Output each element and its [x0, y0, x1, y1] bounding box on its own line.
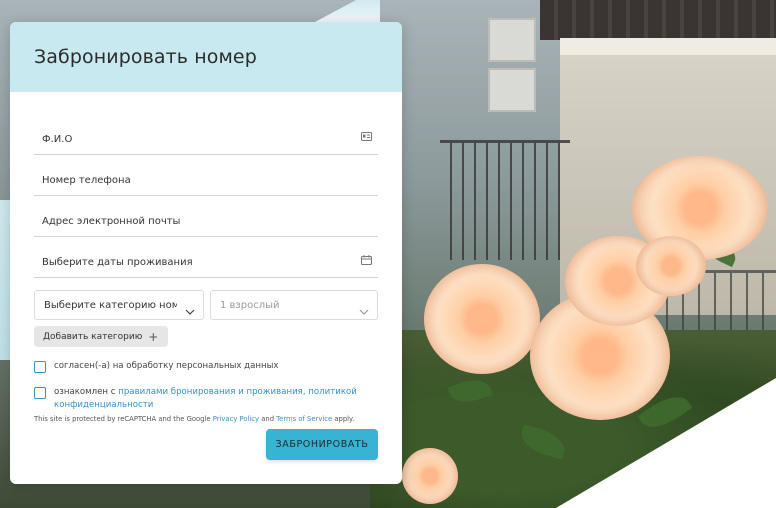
email-field-label: Адрес электронной почты [42, 216, 181, 227]
name-field[interactable]: Ф.И.О [34, 114, 378, 155]
terms-of-service-link[interactable]: Terms of Service [276, 415, 332, 423]
calendar-icon [361, 255, 372, 265]
book-button[interactable]: ЗАБРОНИРОВАТЬ [266, 429, 378, 460]
chevron-down-icon [359, 301, 369, 315]
booking-card: Забронировать номер Ф.И.О Номер телефона… [10, 22, 402, 484]
balcony-railing [440, 140, 570, 260]
card-title: Забронировать номер [34, 46, 257, 68]
dates-field-label: Выберите даты проживания [42, 257, 193, 268]
rose-flower [636, 236, 706, 296]
privacy-policy-link[interactable]: Privacy Policy [213, 415, 259, 423]
recaptcha-notice: This site is protected by reCAPTCHA and … [34, 415, 378, 423]
personal-data-label: согласен(-а) на обработку персональных д… [54, 361, 279, 371]
room-category-select[interactable]: Выберите категорию номе... [34, 290, 204, 320]
phone-field[interactable]: Номер телефона [34, 155, 378, 196]
rose-flower [424, 264, 540, 374]
recaptcha-text: This site is protected by reCAPTCHA and … [34, 415, 213, 423]
roof [540, 0, 776, 40]
rose-flower [402, 448, 458, 504]
personal-data-consent: согласен(-а) на обработку персональных д… [34, 360, 378, 373]
plus-icon: + [148, 329, 159, 344]
rules-consent: ознакомлен с правилами бронирования и пр… [34, 386, 378, 412]
air-conditioner [488, 68, 536, 112]
rules-prefix: ознакомлен с [54, 387, 119, 397]
email-field[interactable]: Адрес электронной почты [34, 196, 378, 237]
add-category-button[interactable]: Добавить категорию + [34, 326, 169, 347]
booking-form: Ф.И.О Номер телефона Адрес электронной п… [10, 92, 402, 423]
phone-field-label: Номер телефона [42, 175, 131, 186]
name-field-label: Ф.И.О [42, 134, 73, 145]
rules-label: ознакомлен с правилами бронирования и пр… [54, 386, 378, 412]
air-conditioner [488, 18, 536, 62]
dates-field[interactable]: Выберите даты проживания [34, 237, 378, 278]
recaptcha-text: and [259, 415, 277, 423]
rules-checkbox[interactable] [34, 387, 46, 399]
card-header: Забронировать номер [10, 22, 402, 92]
guests-select[interactable]: 1 взрослый [210, 290, 378, 320]
room-category-value: Выберите категорию номе... [44, 299, 177, 311]
recaptcha-text: apply. [332, 415, 355, 423]
chevron-down-icon [185, 301, 195, 315]
add-category-label: Добавить категорию [43, 331, 143, 342]
personal-data-checkbox[interactable] [34, 361, 46, 373]
id-card-icon [361, 132, 372, 141]
guests-value: 1 взрослый [220, 299, 280, 311]
room-selection-row: Выберите категорию номе... 1 взрослый [34, 290, 378, 320]
